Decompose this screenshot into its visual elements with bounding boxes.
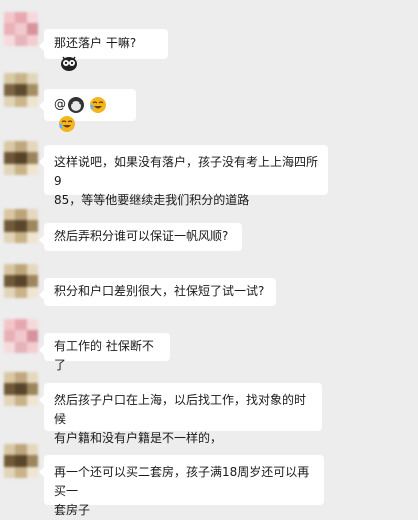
avatar[interactable] — [4, 264, 38, 298]
message-text-line: 这样说吧，如果没有落户，孩子没有考上上海四所9 — [54, 155, 319, 188]
avatar[interactable] — [4, 444, 38, 478]
message-bubble[interactable]: 然后弄积分谁可以保证一帆风顺? — [39, 223, 242, 251]
message-bubble[interactable]: 有工作的 社保断不了 — [39, 333, 170, 372]
message-text-line: 有户籍和没有户籍是不一样的， — [54, 431, 223, 445]
avatar[interactable] — [4, 319, 38, 353]
message-bubble[interactable]: @ — [39, 89, 136, 132]
message-text: 有工作的 社保断不了 — [54, 339, 154, 372]
avatar[interactable] — [4, 372, 38, 406]
message-text-line: 套房子 — [54, 503, 91, 517]
message-bubble[interactable]: 然后孩子户口在上海，以后找工作，找对象的时候 有户籍和没有户籍是不一样的， — [39, 383, 322, 445]
avatar[interactable] — [4, 209, 38, 243]
message-text: 然后弄积分谁可以保证一帆风顺? — [54, 229, 229, 243]
message-bubble[interactable]: 这样说吧，如果没有落户，孩子没有考上上海四所9 85，等等他要继续走我们积分的道… — [39, 145, 328, 207]
avatar[interactable] — [4, 73, 38, 107]
message-text: 积分和户口差别很大，社保短了试一试? — [54, 284, 265, 298]
message-text-line: 85，等等他要继续走我们积分的道路 — [54, 193, 250, 207]
avatar[interactable] — [4, 141, 38, 175]
laughing-face-icon — [59, 115, 75, 132]
message-bubble[interactable]: 那还落户 干嘛? — [39, 29, 168, 71]
message-text-line: 然后孩子户口在上海，以后找工作，找对象的时候 — [54, 393, 307, 426]
message-text: 那还落户 干嘛? — [54, 36, 137, 50]
avatar[interactable] — [4, 12, 38, 46]
laughing-face-icon — [90, 96, 106, 113]
message-text: @ — [54, 97, 66, 111]
owl-emoji-icon — [61, 56, 77, 71]
message-bubble[interactable]: 再一个还可以买二套房，孩子满18周岁还可以再买一 套房子 — [39, 455, 324, 517]
message-text-line: 再一个还可以买二套房，孩子满18周岁还可以再买一 — [54, 465, 310, 498]
cat-emoji-icon — [68, 96, 84, 113]
message-bubble[interactable]: 积分和户口差别很大，社保短了试一试? — [39, 278, 276, 306]
